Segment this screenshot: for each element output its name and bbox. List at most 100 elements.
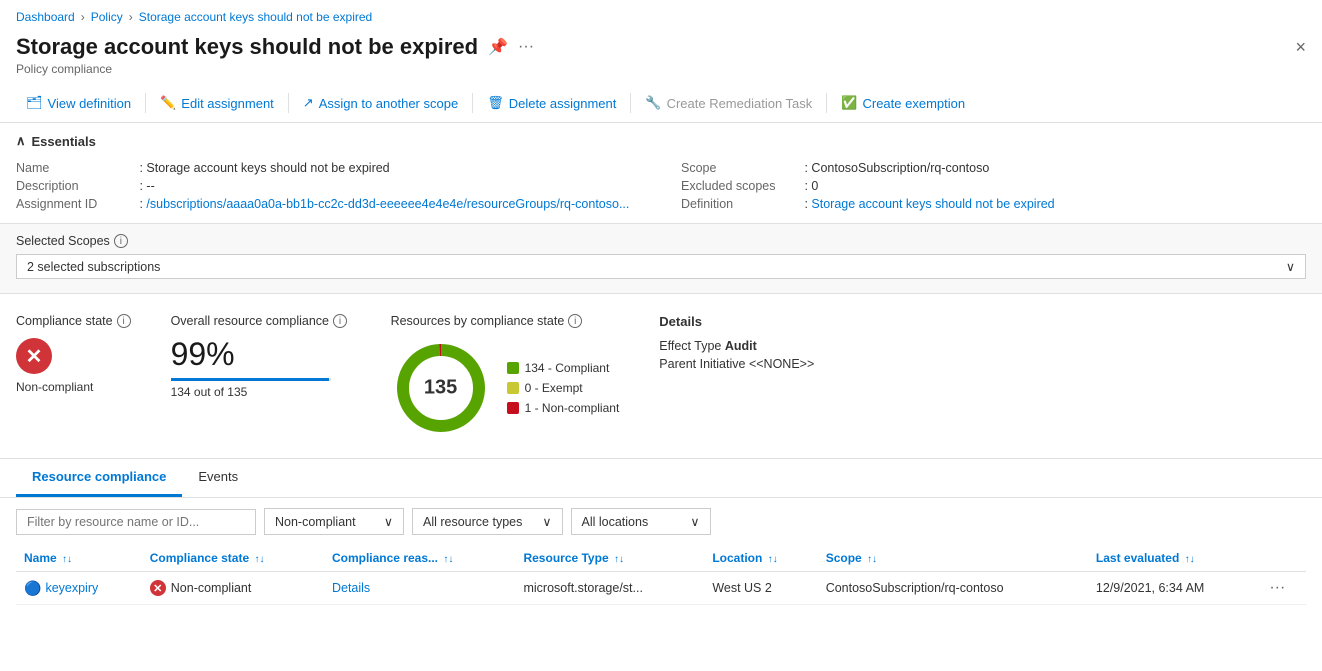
row-resource-type: microsoft.storage/st... (515, 572, 704, 605)
scopes-info-icon[interactable]: i (114, 234, 128, 248)
view-definition-button[interactable]: 🗂 View definition (16, 90, 141, 116)
breadcrumb-policy[interactable]: Policy (91, 10, 123, 24)
sort-arrows-type: ↑↓ (614, 554, 624, 565)
breadcrumb-dashboard[interactable]: Dashboard (16, 10, 75, 24)
toolbar-separator-4 (630, 93, 631, 113)
essentials-excluded-row: Excluded scopes : 0 (681, 177, 1306, 195)
tab-resource-compliance[interactable]: Resource compliance (16, 459, 182, 497)
box-icon: 🗂 (26, 95, 43, 111)
sort-arrows-name: ↑↓ (62, 554, 72, 565)
row-more-icon[interactable]: ··· (1269, 579, 1285, 596)
metrics-section: Compliance state i ✕ Non-compliant Overa… (0, 294, 1322, 459)
legend-exempt: 0 - Exempt (507, 381, 620, 395)
percent-subtext: 134 out of 135 (171, 385, 351, 399)
percent-value: 99% (171, 338, 351, 370)
row-more-actions[interactable]: ··· (1261, 572, 1306, 605)
essentials-assignmentid-row: Assignment ID : /subscriptions/aaaa0a0a-… (16, 195, 641, 213)
table-row: 🔵 keyexpiry ✕ Non-compliant Details micr… (16, 572, 1306, 605)
sort-arrows-scope: ↑↓ (867, 554, 877, 565)
compliance-state-info-icon[interactable]: i (117, 314, 131, 328)
breadcrumb-current[interactable]: Storage account keys should not be expir… (139, 10, 372, 24)
more-options-icon[interactable]: ··· (518, 38, 534, 56)
page-title: Storage account keys should not be expir… (16, 34, 478, 60)
table-section: Name ↑↓ Compliance state ↑↓ Compliance r… (0, 545, 1322, 605)
col-compliance-state[interactable]: Compliance state ↑↓ (142, 545, 324, 572)
compliance-filter[interactable]: Non-compliant ∨ (264, 508, 404, 535)
compliance-reason-link[interactable]: Details (332, 581, 370, 595)
resource-table: Name ↑↓ Compliance state ↑↓ Compliance r… (16, 545, 1306, 605)
col-last-evaluated[interactable]: Last evaluated ↑↓ (1088, 545, 1261, 572)
col-compliance-reason[interactable]: Compliance reas... ↑↓ (324, 545, 516, 572)
non-compliant-icon: ✕ (16, 338, 52, 374)
trash-icon: 🗑 (487, 95, 504, 111)
collapse-icon: ∧ (16, 133, 26, 149)
col-actions (1261, 545, 1306, 572)
donut-center-value: 135 (424, 377, 457, 400)
chevron-down-icon: ∨ (1286, 259, 1295, 274)
legend-compliant: 134 - Compliant (507, 361, 620, 375)
essentials-grid: Name : Storage account keys should not b… (16, 159, 1306, 213)
toolbar-separator (145, 93, 146, 113)
resource-type-filter[interactable]: All resource types ∨ (412, 508, 563, 535)
check-circle-icon: ✅ (841, 95, 857, 111)
non-compliant-label: Non-compliant (16, 380, 93, 394)
percent-bar-fill (171, 378, 329, 381)
compliance-state-block: Compliance state i ✕ Non-compliant (16, 314, 131, 394)
scopes-label: Selected Scopes i (16, 234, 1306, 248)
by-state-info-icon[interactable]: i (568, 314, 582, 328)
pin-icon[interactable]: 📌 (488, 37, 508, 57)
table-body: 🔵 keyexpiry ✕ Non-compliant Details micr… (16, 572, 1306, 605)
export-icon: ↗ (303, 95, 314, 111)
toolbar-separator-2 (288, 93, 289, 113)
col-resource-type[interactable]: Resource Type ↑↓ (515, 545, 704, 572)
create-exemption-button[interactable]: ✅ Create exemption (831, 90, 975, 116)
chevron-down-icon: ∨ (542, 514, 551, 529)
donut-block: Resources by compliance state i 135 (391, 314, 620, 438)
resource-link[interactable]: 🔵 keyexpiry (24, 580, 134, 597)
essentials-scope-row: Scope : ContosoSubscription/rq-contoso (681, 159, 1306, 177)
legend-compliant-dot (507, 362, 519, 374)
edit-assignment-button[interactable]: ✏️ Edit assignment (150, 90, 284, 116)
percent-bar (171, 378, 331, 381)
essentials-description-row: Description : -- (16, 177, 641, 195)
resource-type-icon: 🔵 (24, 580, 41, 597)
essentials-header[interactable]: ∧ Essentials (16, 133, 1306, 149)
close-button[interactable]: × (1295, 37, 1306, 58)
tab-events[interactable]: Events (182, 459, 254, 497)
details-title: Details (659, 314, 814, 329)
row-name: 🔵 keyexpiry (16, 572, 142, 605)
table-header: Name ↑↓ Compliance state ↑↓ Compliance r… (16, 545, 1306, 572)
donut-legend: 134 - Compliant 0 - Exempt 1 - Non-compl… (507, 361, 620, 415)
location-filter[interactable]: All locations ∨ (571, 508, 711, 535)
page-header: Storage account keys should not be expir… (0, 30, 1322, 62)
sort-arrows-reason: ↑↓ (443, 554, 453, 565)
col-scope[interactable]: Scope ↑↓ (818, 545, 1088, 572)
details-block: Details Effect Type Audit Parent Initiat… (659, 314, 814, 371)
wrench-icon: 🔧 (645, 95, 661, 111)
essentials-definition-row: Definition : Storage account keys should… (681, 195, 1306, 213)
assign-scope-button[interactable]: ↗ Assign to another scope (293, 90, 468, 116)
row-location: West US 2 (704, 572, 817, 605)
essentials-section: ∧ Essentials Name : Storage account keys… (0, 123, 1322, 224)
col-name[interactable]: Name ↑↓ (16, 545, 142, 572)
chevron-down-icon: ∨ (690, 514, 699, 529)
create-remediation-button[interactable]: 🔧 Create Remediation Task (635, 90, 822, 116)
donut-chart: 135 (391, 338, 491, 438)
toolbar-separator-3 (472, 93, 473, 113)
overall-info-icon[interactable]: i (333, 314, 347, 328)
row-scope: ContosoSubscription/rq-contoso (818, 572, 1088, 605)
sort-arrows-compliance: ↑↓ (254, 554, 264, 565)
scopes-dropdown[interactable]: 2 selected subscriptions ∨ (16, 254, 1306, 279)
search-input[interactable] (16, 509, 256, 535)
essentials-right: Scope : ContosoSubscription/rq-contoso E… (681, 159, 1306, 213)
overall-compliance-block: Overall resource compliance i 99% 134 ou… (171, 314, 351, 399)
compliance-state-title: Compliance state i (16, 314, 131, 328)
legend-noncompliant: 1 - Non-compliant (507, 401, 620, 415)
toolbar-separator-5 (826, 93, 827, 113)
by-state-title: Resources by compliance state i (391, 314, 620, 328)
filter-section: Non-compliant ∨ All resource types ∨ All… (0, 498, 1322, 545)
col-location[interactable]: Location ↑↓ (704, 545, 817, 572)
essentials-left: Name : Storage account keys should not b… (16, 159, 641, 213)
delete-assignment-button[interactable]: 🗑 Delete assignment (477, 90, 626, 116)
toolbar: 🗂 View definition ✏️ Edit assignment ↗ A… (0, 84, 1322, 123)
